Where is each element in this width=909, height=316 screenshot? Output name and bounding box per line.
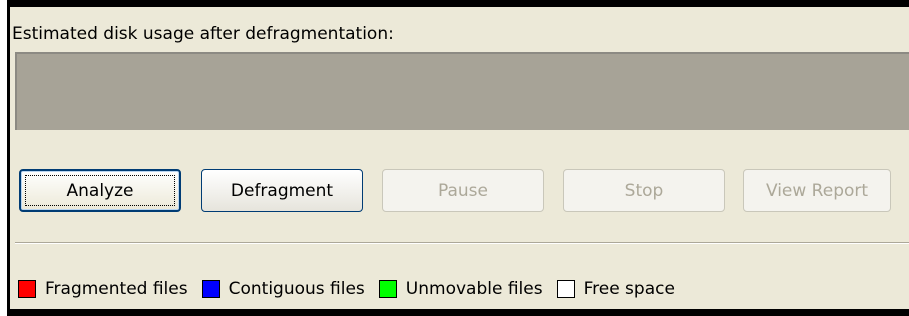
legend-label: Free space: [583, 279, 675, 299]
pause-button-label: Pause: [438, 180, 488, 201]
stop-button[interactable]: Stop: [563, 169, 725, 212]
analyze-button-label: Analyze: [66, 180, 134, 201]
legend-item-contiguous: Contiguous files: [201, 279, 365, 299]
separator-line: [15, 242, 909, 244]
legend-item-fragmented: Fragmented files: [18, 279, 188, 299]
legend: Fragmented files Contiguous files Unmova…: [18, 277, 689, 301]
estimated-usage-caption: Estimated disk usage after defragmentati…: [12, 24, 394, 44]
analyze-button[interactable]: Analyze: [19, 169, 181, 212]
red-swatch-icon: [18, 280, 36, 298]
window-frame: Estimated disk usage after defragmentati…: [7, 0, 909, 316]
legend-item-unmovable: Unmovable files: [378, 279, 543, 299]
view-report-button[interactable]: View Report: [743, 169, 891, 212]
defragment-button-label: Defragment: [230, 180, 334, 201]
estimated-disk-usage-map: [15, 52, 909, 130]
legend-label: Contiguous files: [228, 279, 365, 299]
stop-button-label: Stop: [624, 180, 664, 201]
white-swatch-icon: [556, 280, 575, 298]
legend-label: Fragmented files: [45, 279, 188, 299]
defragment-button[interactable]: Defragment: [201, 169, 363, 212]
green-swatch-icon: [378, 280, 397, 298]
view-report-button-label: View Report: [765, 180, 869, 201]
defragmenter-panel: Estimated disk usage after defragmentati…: [10, 7, 909, 309]
legend-label: Unmovable files: [405, 279, 543, 299]
blue-swatch-icon: [201, 280, 220, 298]
pause-button[interactable]: Pause: [382, 169, 544, 212]
legend-item-free-space: Free space: [556, 279, 675, 299]
